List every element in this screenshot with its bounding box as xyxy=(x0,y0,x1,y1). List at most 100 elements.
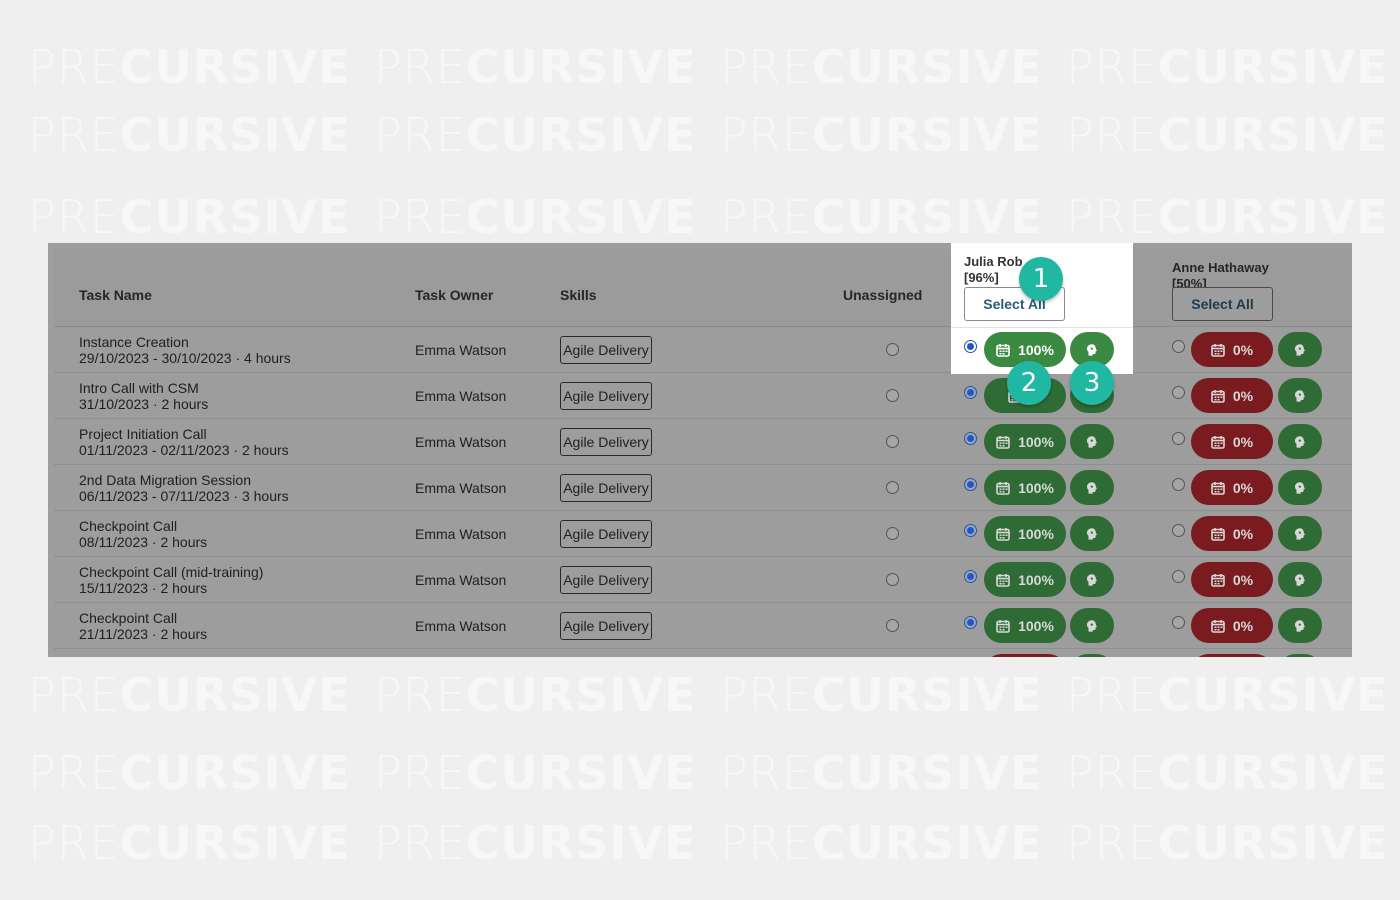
availability-percent: 0% xyxy=(1232,387,1254,404)
availability-button[interactable] xyxy=(984,654,1066,657)
unassigned-radio[interactable] xyxy=(886,389,899,402)
skills-match-button[interactable] xyxy=(1278,378,1322,413)
skills-match-button[interactable] xyxy=(1278,608,1322,643)
assign-radio-julia[interactable] xyxy=(964,478,977,491)
task-owner: Emma Watson xyxy=(415,388,507,404)
availability-button[interactable]: 100% xyxy=(984,516,1066,551)
availability-percent: 100% xyxy=(1018,433,1054,450)
skill-tag: Agile Delivery xyxy=(560,520,652,548)
watermark-bold: CURSIVE xyxy=(1157,190,1389,244)
skills-match-button[interactable] xyxy=(1070,608,1114,643)
task-dates: 31/10/2023 · 2 hours xyxy=(79,396,209,412)
calendar-icon xyxy=(1211,481,1225,495)
assign-radio-julia[interactable] xyxy=(964,386,977,399)
skills-match-button[interactable] xyxy=(1070,562,1114,597)
watermark-bold: CURSIVE xyxy=(119,40,351,94)
skill-tag: Agile Delivery xyxy=(560,382,652,410)
availability-button[interactable]: 0% xyxy=(1191,562,1273,597)
availability-button[interactable]: 0% xyxy=(1191,608,1273,643)
watermark-bold: CURSIVE xyxy=(811,668,1043,722)
assign-radio-anne[interactable] xyxy=(1172,570,1185,583)
skills-match-button[interactable] xyxy=(1070,424,1114,459)
skills-match-button[interactable] xyxy=(1070,654,1114,657)
task-dates: 21/11/2023 · 2 hours xyxy=(79,626,208,642)
watermark-logo: PRECURSIVE xyxy=(720,668,1066,722)
task-name-cell: Intro Call with CSM 31/10/2023 · 2 hours xyxy=(79,380,208,412)
assign-radio-julia[interactable] xyxy=(964,432,977,445)
skills-match-button[interactable] xyxy=(1070,516,1114,551)
skill-tag: Agile Delivery xyxy=(560,566,652,594)
task-name-cell: 2nd Data Migration Session 06/11/2023 - 0… xyxy=(79,472,289,504)
task-name[interactable]: 2nd Data Migration Session xyxy=(79,472,289,488)
watermark-logo: PRECURSIVE xyxy=(1066,108,1400,162)
availability-percent: 0% xyxy=(1232,525,1254,542)
assign-radio-julia[interactable] xyxy=(964,616,977,629)
unassigned-radio[interactable] xyxy=(886,573,899,586)
skills-match-button[interactable] xyxy=(1278,516,1322,551)
watermark-logo: PRECURSIVE xyxy=(374,108,720,162)
assign-radio-anne[interactable] xyxy=(1172,524,1185,537)
task-name[interactable]: Intro Call with CSM xyxy=(79,380,208,396)
assign-radio-anne[interactable] xyxy=(1172,432,1185,445)
availability-button[interactable]: 100% xyxy=(984,562,1066,597)
calendar-icon xyxy=(996,573,1010,587)
task-name[interactable]: Project Initiation Call xyxy=(79,426,289,442)
skills-match-button[interactable] xyxy=(1070,470,1114,505)
brain-icon xyxy=(1085,343,1099,357)
availability-button[interactable]: 100% xyxy=(984,608,1066,643)
unassigned-radio[interactable] xyxy=(886,527,899,540)
select-all-button-anne[interactable]: Select All xyxy=(1172,287,1273,321)
assign-radio-anne[interactable] xyxy=(1172,386,1185,399)
skills-match-button[interactable] xyxy=(1278,654,1322,657)
callout-badge-1: 1 xyxy=(1019,257,1063,301)
watermark-logo: PRECURSIVE xyxy=(374,190,720,244)
watermark-logo: PRECURSIVE xyxy=(28,668,374,722)
assignment-panel: Task Name Task Owner Skills Unassigned A… xyxy=(48,243,1352,657)
header-task-owner: Task Owner xyxy=(415,287,494,303)
task-name[interactable]: Checkpoint Call xyxy=(79,518,207,534)
task-dates: 29/10/2023 - 30/10/2023 · 4 hours xyxy=(79,350,291,366)
watermark-light: PRE xyxy=(374,668,466,722)
skills-match-button[interactable] xyxy=(1278,470,1322,505)
watermark-logo: PRECURSIVE xyxy=(1066,190,1400,244)
brain-icon xyxy=(1293,481,1307,495)
watermark-logo: PRECURSIVE xyxy=(1066,40,1400,94)
task-name[interactable]: Checkpoint Call (mid-training) xyxy=(79,564,263,580)
availability-button[interactable]: 100% xyxy=(984,424,1066,459)
unassigned-radio[interactable] xyxy=(886,481,899,494)
skills-match-button[interactable] xyxy=(1278,424,1322,459)
assign-radio-anne[interactable] xyxy=(1172,340,1185,353)
availability-button[interactable]: 100% xyxy=(984,470,1066,505)
task-name[interactable]: Instance Creation xyxy=(79,334,291,350)
availability-percent: 0% xyxy=(1232,479,1254,496)
unassigned-radio[interactable] xyxy=(886,343,899,356)
watermark-row: PRECURSIVE PRECURSIVE PRECURSIVE PRECURSIVE xyxy=(28,40,1400,94)
assign-radio-anne[interactable] xyxy=(1172,478,1185,491)
watermark-bold: CURSIVE xyxy=(1157,668,1389,722)
availability-percent: 100% xyxy=(1018,617,1054,634)
skills-match-button[interactable] xyxy=(1278,332,1322,367)
availability-button[interactable]: 0% xyxy=(1191,378,1273,413)
assign-radio-anne[interactable] xyxy=(1172,616,1185,629)
assign-radio-julia[interactable] xyxy=(964,570,977,583)
availability-button[interactable] xyxy=(1191,654,1273,657)
unassigned-radio[interactable] xyxy=(886,619,899,632)
brain-icon xyxy=(1293,389,1307,403)
task-name[interactable]: Checkpoint Call xyxy=(79,610,207,626)
assignment-table: Task Name Task Owner Skills Unassigned A… xyxy=(54,249,1352,657)
availability-button[interactable]: 0% xyxy=(1191,516,1273,551)
availability-button[interactable]: 0% xyxy=(1191,332,1273,367)
watermark-light: PRE xyxy=(1066,746,1158,800)
task-owner: Emma Watson xyxy=(415,342,507,358)
brain-icon xyxy=(1293,527,1307,541)
assign-radio-julia[interactable] xyxy=(964,340,977,353)
skills-match-button[interactable] xyxy=(1278,562,1322,597)
availability-button[interactable]: 0% xyxy=(1191,470,1273,505)
unassigned-radio[interactable] xyxy=(886,435,899,448)
watermark-row: PRECURSIVE PRECURSIVE PRECURSIVE PRECURSIVE xyxy=(28,746,1400,800)
watermark-logo: PRECURSIVE xyxy=(720,108,1066,162)
brain-icon xyxy=(1293,343,1307,357)
watermark-bold: CURSIVE xyxy=(465,190,697,244)
assign-radio-julia[interactable] xyxy=(964,524,977,537)
availability-button[interactable]: 0% xyxy=(1191,424,1273,459)
